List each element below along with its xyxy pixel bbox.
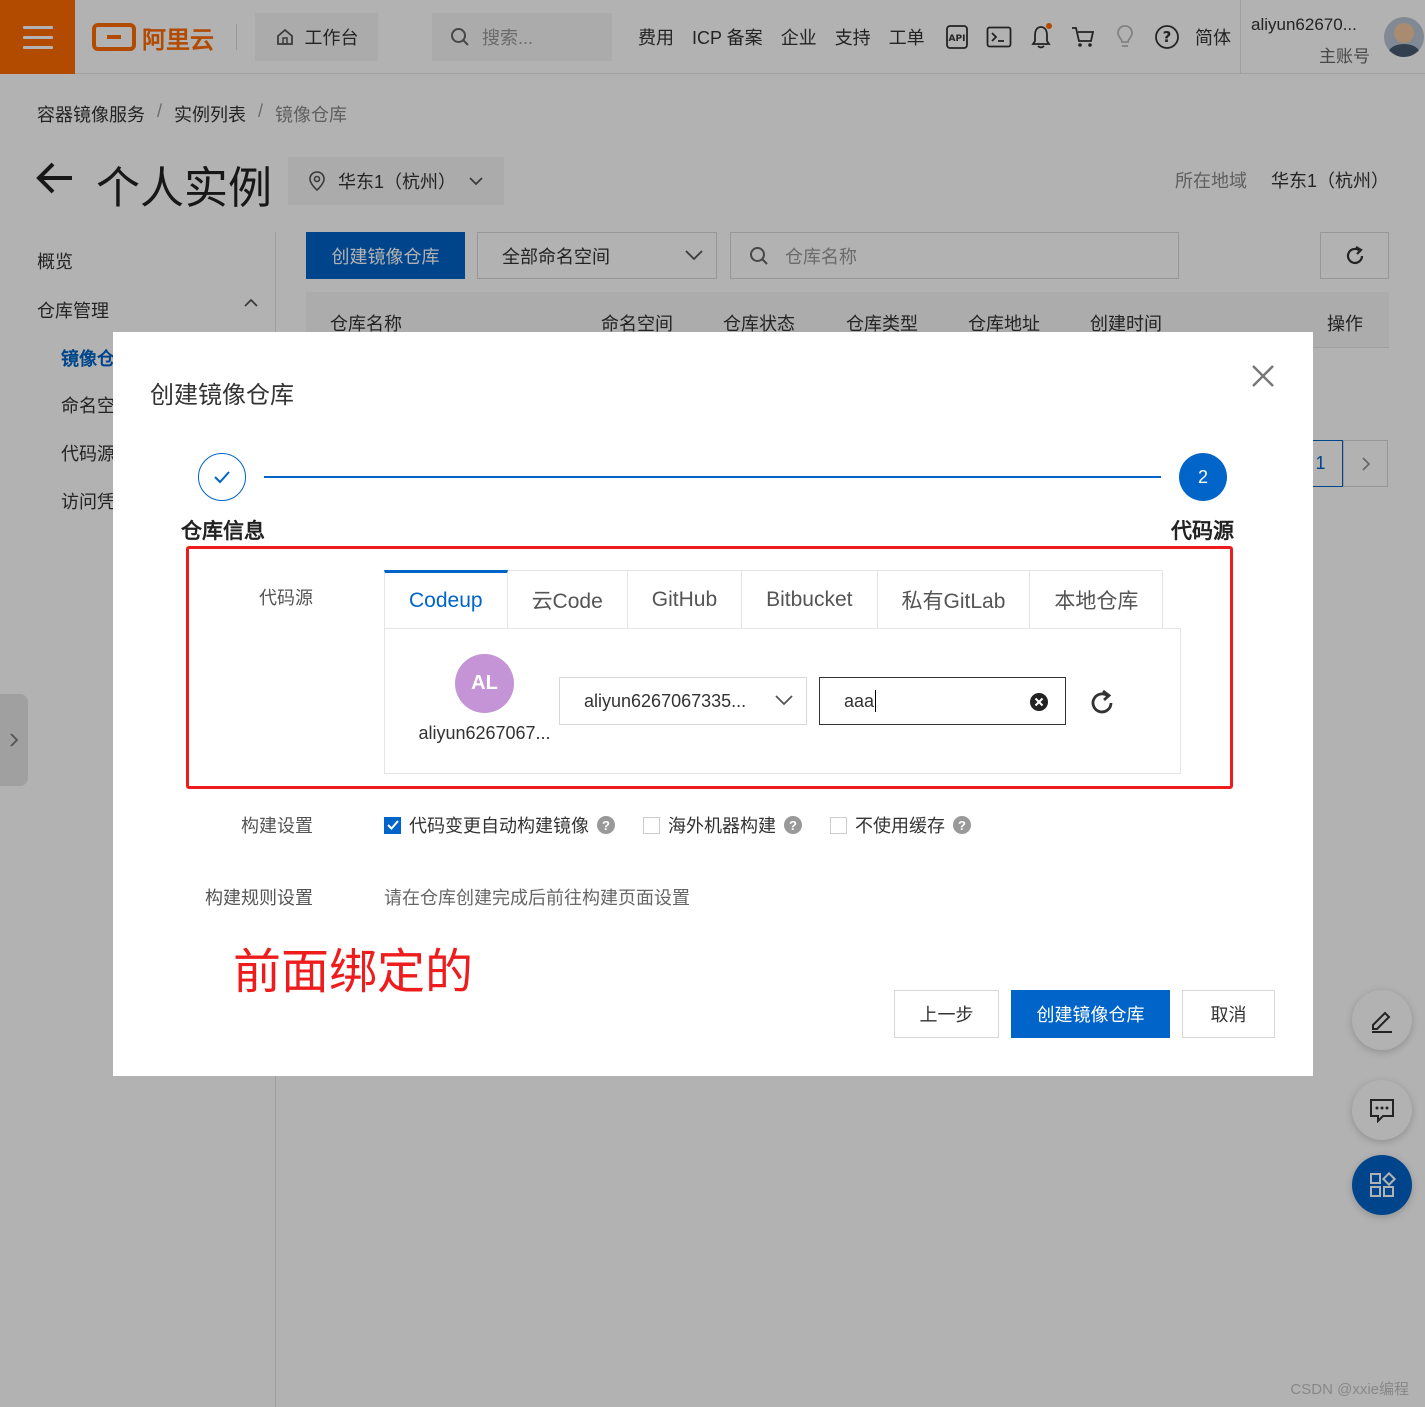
step-connector [264,476,1161,478]
source-repo-value: aaa [844,690,875,711]
build-rules-hint: 请在仓库创建完成后前往构建页面设置 [384,888,690,908]
checkbox-checked[interactable] [384,816,401,834]
modal-overlay-top [0,0,1425,74]
tab-private-gitlab[interactable]: 私有GitLab [877,570,1031,629]
organization-select[interactable]: aliyun6267067335... [559,677,807,725]
build-rules-label: 构建规则设置 [205,888,313,908]
source-repo-input[interactable]: aaa [819,677,1066,725]
step-2-active: 2 [1179,453,1227,501]
help-icon[interactable]: ? [597,816,615,834]
refresh-icon[interactable] [1088,689,1116,717]
checkbox-unchecked[interactable] [643,816,660,834]
organization-select-value: aliyun6267067335... [584,690,747,711]
step-2-label: 代码源 [1171,520,1234,543]
code-source-label: 代码源 [259,588,313,608]
chevron-down-icon [775,695,793,706]
checkbox-label: 代码变更自动构建镜像 [409,816,589,836]
cancel-button[interactable]: 取消 [1182,990,1275,1038]
tab-github[interactable]: GitHub [627,570,743,629]
annotation-text: 前面绑定的 [233,944,474,1000]
tab-codeup[interactable]: Codeup [384,570,508,629]
checkbox-unchecked[interactable] [830,816,847,834]
create-repo-submit-button[interactable]: 创建镜像仓库 [1011,990,1170,1038]
checkbox-label: 海外机器构建 [668,816,776,836]
auto-build-checkbox[interactable]: 代码变更自动构建镜像 ? [384,812,615,838]
check-icon [214,471,230,484]
clear-input-icon[interactable] [1029,692,1049,712]
check-icon [386,820,399,830]
dialog-title: 创建镜像仓库 [150,382,294,409]
tab-yuncode[interactable]: 云Code [507,570,628,629]
checkbox-label: 不使用缓存 [855,816,945,836]
codeup-user-name: aliyun6267067... [418,723,551,743]
help-icon[interactable]: ? [784,816,802,834]
codeup-user-avatar: AL [455,654,514,713]
code-source-tabs: Codeup 云Code GitHub Bitbucket 私有GitLab 本… [384,570,1164,629]
help-icon[interactable]: ? [953,816,971,834]
close-icon[interactable] [1251,364,1275,388]
tab-local-repo[interactable]: 本地仓库 [1030,570,1164,629]
watermark: CSDN @xxie编程 [1290,1381,1409,1398]
previous-step-button[interactable]: 上一步 [894,990,999,1038]
no-cache-checkbox[interactable]: 不使用缓存 ? [830,812,971,838]
tab-bitbucket[interactable]: Bitbucket [742,570,878,629]
step-1-label: 仓库信息 [181,520,265,543]
text-cursor [875,690,877,712]
step-1-done [198,453,246,501]
create-repo-dialog: 创建镜像仓库 2 仓库信息 代码源 代码源 Codeup 云Code GitHu… [113,332,1313,1076]
overseas-build-checkbox[interactable]: 海外机器构建 ? [643,812,802,838]
build-settings-label: 构建设置 [241,816,313,836]
